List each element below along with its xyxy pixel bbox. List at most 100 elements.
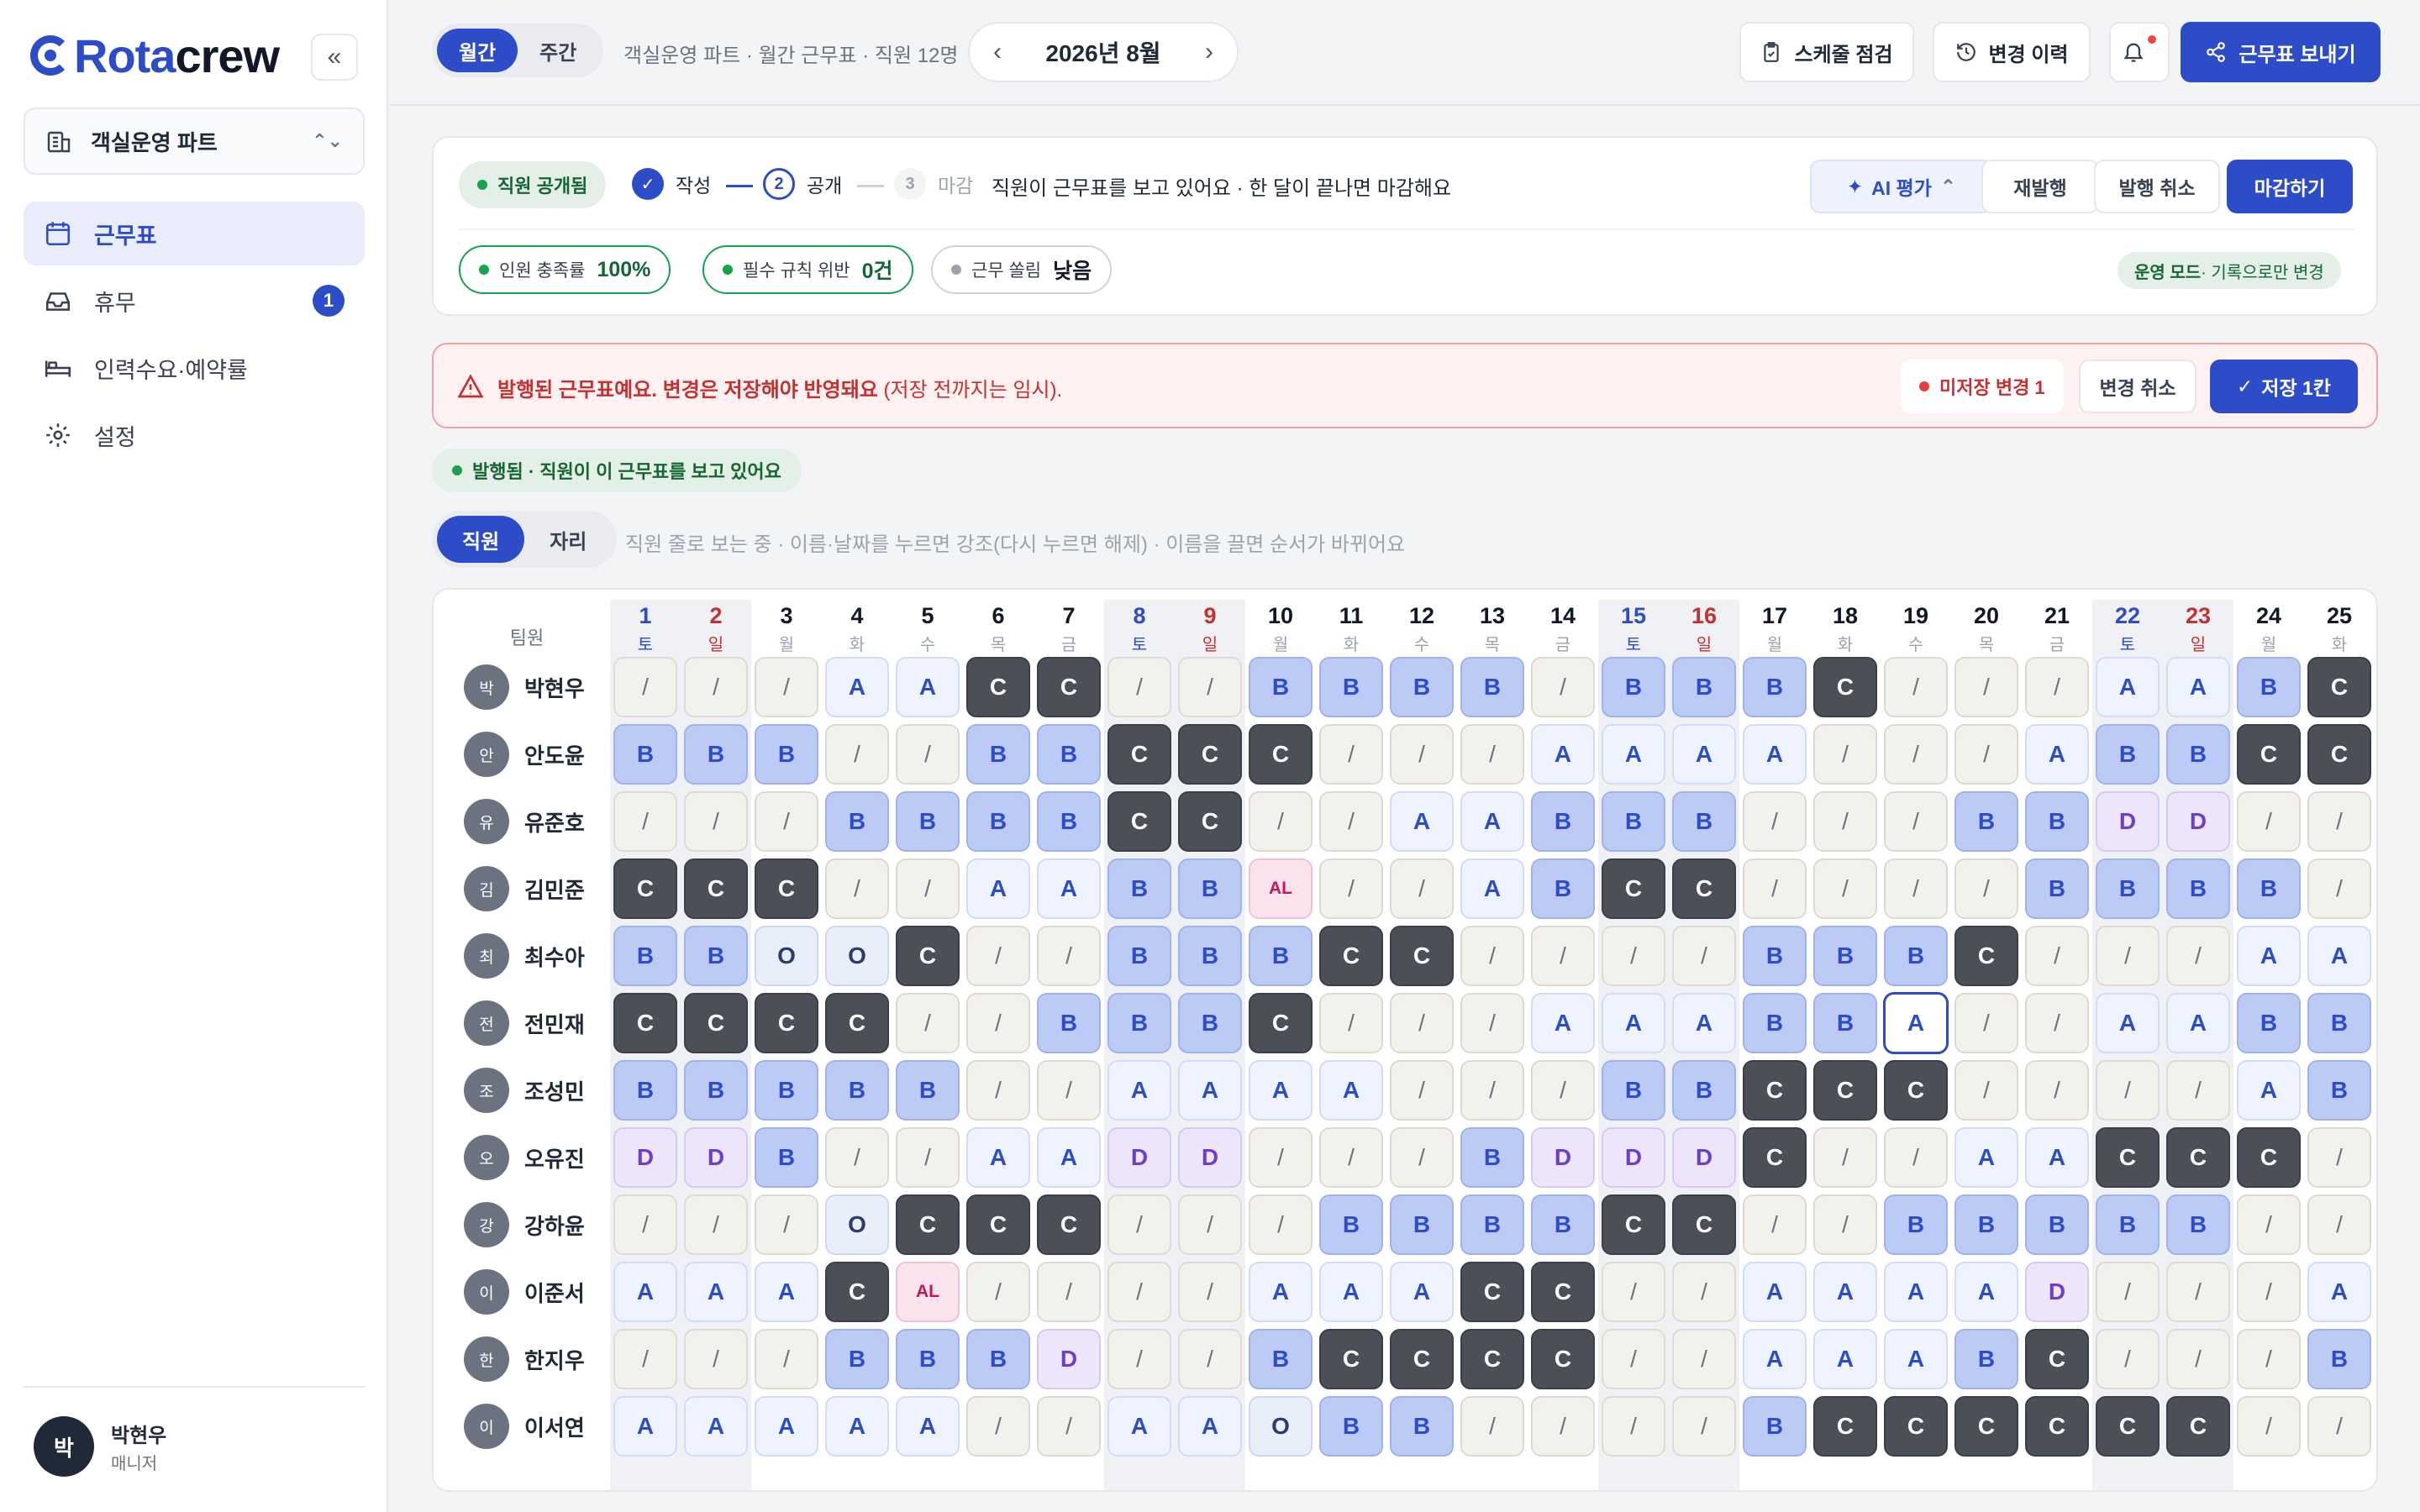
- shift-cell[interactable]: /: [966, 1262, 1030, 1322]
- shift-cell[interactable]: A: [1954, 1262, 2018, 1322]
- shift-cell[interactable]: D: [1178, 1127, 1242, 1188]
- shift-cell[interactable]: /: [684, 791, 748, 852]
- shift-cell[interactable]: B: [2025, 858, 2089, 919]
- shift-cell[interactable]: A: [1249, 1262, 1313, 1322]
- shift-cell[interactable]: C: [896, 926, 960, 986]
- shift-cell[interactable]: /: [1531, 1060, 1595, 1121]
- day-header-20[interactable]: 20 목: [1954, 603, 2018, 655]
- shift-cell[interactable]: D: [684, 1127, 748, 1188]
- shift-cell[interactable]: /: [1813, 858, 1877, 919]
- shift-cell[interactable]: /: [1602, 926, 1665, 986]
- shift-cell[interactable]: B: [613, 1060, 677, 1121]
- shift-cell[interactable]: C: [896, 1194, 960, 1255]
- staff-row-label[interactable]: 안 안도윤: [464, 722, 590, 786]
- shift-cell[interactable]: A: [1743, 1329, 1807, 1389]
- staff-row-label[interactable]: 이 이준서: [464, 1260, 590, 1324]
- shift-cell[interactable]: B: [966, 791, 1030, 852]
- shift-cell[interactable]: /: [2166, 926, 2230, 986]
- shift-cell[interactable]: /: [2096, 1262, 2160, 1322]
- shift-cell[interactable]: B: [825, 791, 889, 852]
- shift-cell[interactable]: D: [2025, 1262, 2089, 1322]
- shift-cell[interactable]: /: [2096, 926, 2160, 986]
- day-header-15[interactable]: 15 토: [1602, 603, 1665, 655]
- day-header-14[interactable]: 14 금: [1531, 603, 1595, 655]
- shift-cell[interactable]: /: [1178, 657, 1242, 717]
- shift-cell[interactable]: /: [1460, 724, 1524, 785]
- shift-cell[interactable]: /: [684, 1194, 748, 1255]
- shift-cell[interactable]: /: [1037, 1396, 1101, 1457]
- shift-cell[interactable]: /: [1602, 1262, 1665, 1322]
- shift-cell[interactable]: /: [755, 657, 818, 717]
- shift-cell[interactable]: B: [2307, 1060, 2371, 1121]
- shift-cell[interactable]: /: [966, 1396, 1030, 1457]
- shift-cell[interactable]: /: [1390, 1060, 1454, 1121]
- shift-cell[interactable]: D: [2096, 791, 2160, 852]
- shift-cell[interactable]: A: [1390, 1262, 1454, 1322]
- tab-staff-view[interactable]: 직원: [437, 516, 525, 563]
- schedule-check-button[interactable]: 스케줄 점검: [1739, 22, 1914, 82]
- shift-cell[interactable]: B: [2096, 724, 2160, 785]
- day-header-18[interactable]: 18 화: [1813, 603, 1877, 655]
- shift-cell[interactable]: A: [1602, 993, 1665, 1053]
- shift-cell[interactable]: O: [755, 926, 818, 986]
- shift-cell[interactable]: /: [1390, 993, 1454, 1053]
- shift-cell[interactable]: A: [755, 1396, 818, 1457]
- day-header-7[interactable]: 7금: [1037, 603, 1101, 655]
- shift-cell[interactable]: B: [1954, 791, 2018, 852]
- shift-cell[interactable]: /: [684, 657, 748, 717]
- shift-cell[interactable]: B: [2166, 724, 2230, 785]
- shift-cell[interactable]: /: [1813, 791, 1877, 852]
- shift-cell[interactable]: /: [2307, 1396, 2371, 1457]
- chevron-left-icon[interactable]: ‹: [993, 38, 1002, 66]
- team-selector[interactable]: 객실운영 파트 ⌃⌄: [24, 108, 365, 175]
- shift-cell[interactable]: C: [1672, 1194, 1736, 1255]
- shift-cell[interactable]: C: [1954, 926, 2018, 986]
- notifications-button[interactable]: [2109, 22, 2170, 82]
- shift-cell[interactable]: B: [2096, 1194, 2160, 1255]
- shift-cell[interactable]: B: [825, 1329, 889, 1389]
- day-header-19[interactable]: 19 수: [1884, 603, 1948, 655]
- shift-cell[interactable]: /: [1319, 791, 1383, 852]
- shift-cell[interactable]: /: [1460, 993, 1524, 1053]
- shift-cell[interactable]: A: [1178, 1396, 1242, 1457]
- shift-cell[interactable]: A: [1249, 1060, 1313, 1121]
- day-header-5[interactable]: 5수: [896, 603, 960, 655]
- shift-cell[interactable]: C: [1319, 926, 1383, 986]
- shift-cell[interactable]: C: [1884, 1396, 1948, 1457]
- shift-cell[interactable]: /: [1178, 1329, 1242, 1389]
- shift-cell[interactable]: C: [1813, 1060, 1877, 1121]
- day-header-21[interactable]: 21 금: [2025, 603, 2089, 655]
- shift-cell[interactable]: C: [2237, 1127, 2301, 1188]
- shift-cell[interactable]: /: [1037, 926, 1101, 986]
- shift-cell[interactable]: C: [1249, 993, 1313, 1053]
- shift-cell[interactable]: /: [1531, 1396, 1595, 1457]
- shift-cell[interactable]: /: [2237, 1194, 2301, 1255]
- app-logo[interactable]: Rota crew: [30, 29, 280, 82]
- shift-cell[interactable]: /: [2237, 791, 2301, 852]
- shift-cell[interactable]: B: [1037, 993, 1101, 1053]
- shift-cell[interactable]: B: [1602, 657, 1665, 717]
- day-header-24[interactable]: 24 월: [2237, 603, 2301, 655]
- shift-cell[interactable]: A: [1037, 1127, 1101, 1188]
- shift-cell[interactable]: D: [1672, 1127, 1736, 1188]
- shift-cell[interactable]: /: [825, 724, 889, 785]
- shift-cell[interactable]: B: [1390, 1396, 1454, 1457]
- shift-cell[interactable]: C: [684, 993, 748, 1053]
- shift-cell[interactable]: /: [2166, 1262, 2230, 1322]
- shift-cell[interactable]: /: [1319, 1127, 1383, 1188]
- shift-cell[interactable]: B: [1390, 657, 1454, 717]
- shift-cell[interactable]: /: [1460, 1396, 1524, 1457]
- shift-cell[interactable]: C: [966, 657, 1030, 717]
- shift-cell[interactable]: /: [2025, 926, 2089, 986]
- shift-cell[interactable]: B: [1813, 926, 1877, 986]
- shift-cell[interactable]: A: [1672, 993, 1736, 1053]
- undo-changes-button[interactable]: 변경 취소: [2079, 360, 2196, 413]
- shift-cell[interactable]: B: [1037, 791, 1101, 852]
- shift-cell[interactable]: A: [1178, 1060, 1242, 1121]
- shift-cell[interactable]: A: [2237, 1060, 2301, 1121]
- shift-cell[interactable]: /: [613, 657, 677, 717]
- day-header-13[interactable]: 13 목: [1460, 603, 1524, 655]
- shift-cell[interactable]: D: [1037, 1329, 1101, 1389]
- shift-cell[interactable]: B: [1954, 1329, 2018, 1389]
- shift-cell[interactable]: A: [2307, 1262, 2371, 1322]
